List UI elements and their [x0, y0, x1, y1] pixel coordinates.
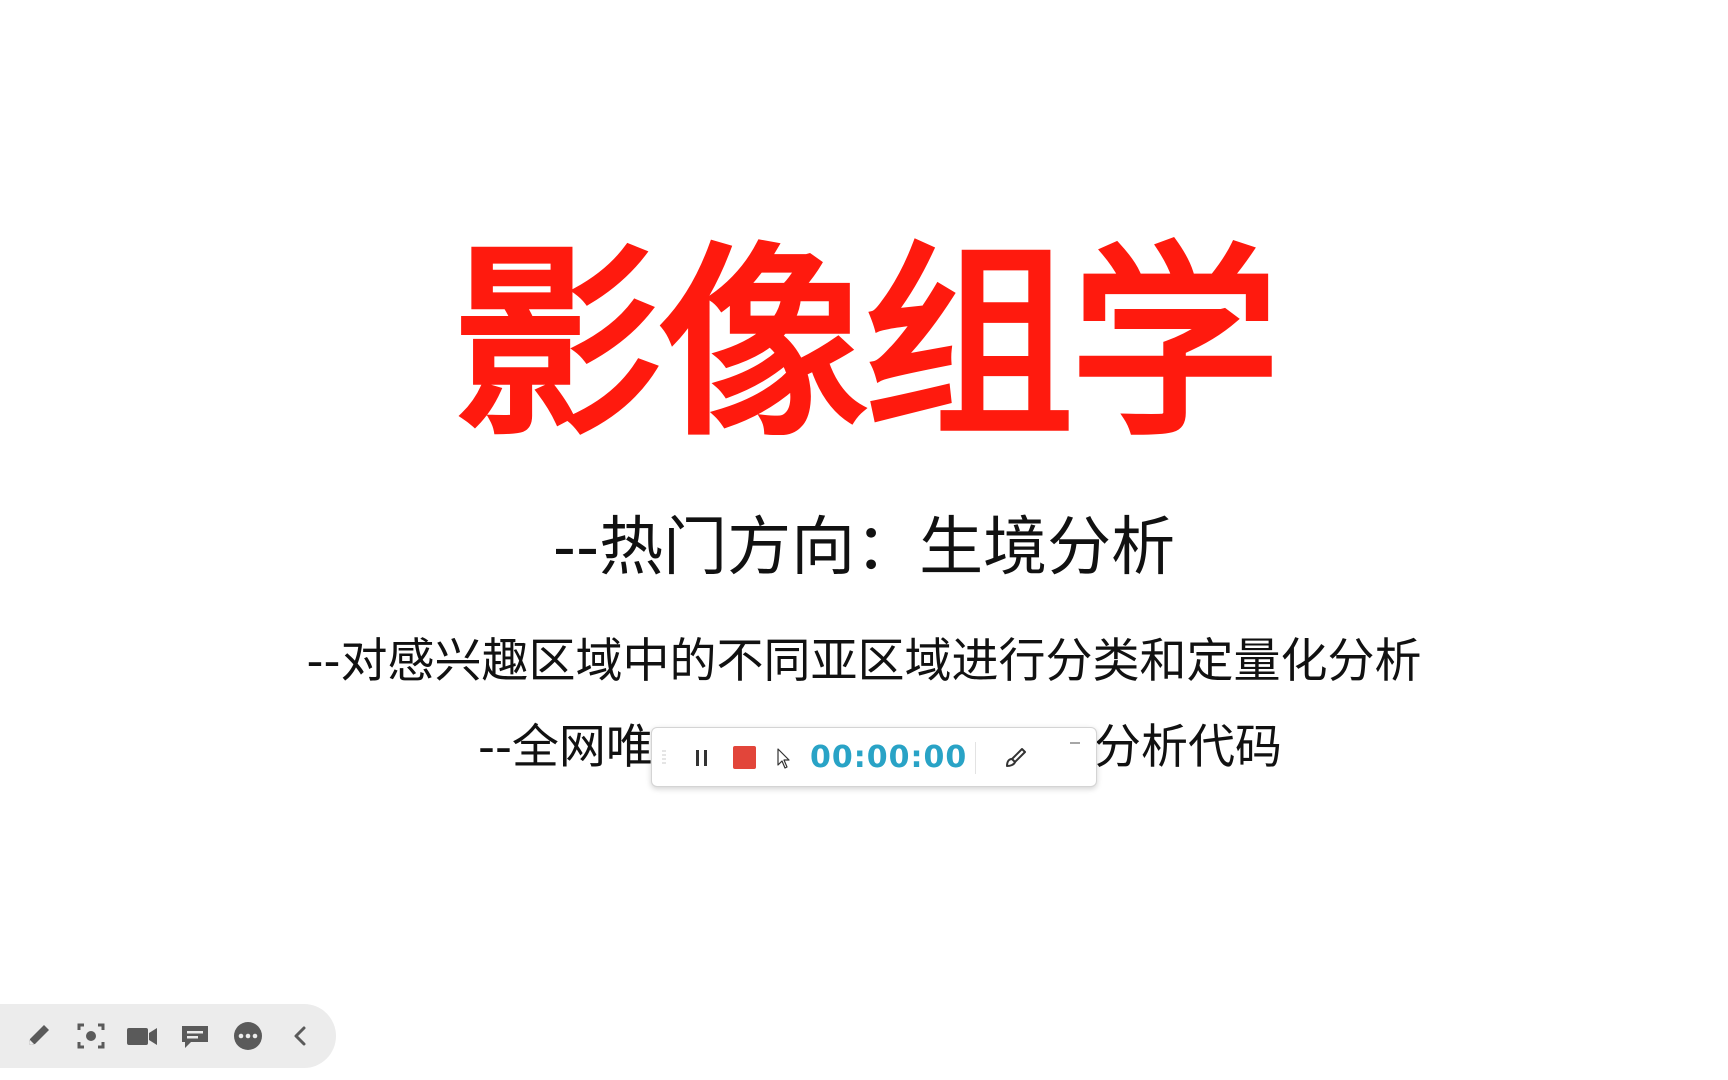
cursor-icon: [777, 748, 790, 769]
recording-timer: 00:00:00: [810, 740, 968, 775]
brush-icon[interactable]: [1002, 744, 1030, 772]
presentation-tools-bar: [0, 1004, 336, 1068]
screenshot-icon[interactable]: [74, 1020, 108, 1052]
collapse-chevron-icon[interactable]: [284, 1020, 318, 1052]
presentation-slide: 影像组学 --热门方向：生境分析 --对感兴趣区域中的不同亚区域进行分类和定量化…: [0, 0, 1728, 1080]
video-camera-icon[interactable]: [125, 1020, 159, 1052]
comment-icon[interactable]: [178, 1020, 212, 1052]
toolbar-divider: [975, 742, 976, 774]
screen-recorder-toolbar[interactable]: 00:00:00: [651, 727, 1097, 787]
minimize-icon[interactable]: [1068, 736, 1082, 750]
slide-subtitle-hot-direction: --热门方向：生境分析: [552, 511, 1176, 585]
more-icon[interactable]: [231, 1020, 265, 1052]
stop-icon[interactable]: [733, 746, 756, 769]
grip-icon[interactable]: [662, 750, 666, 766]
pencil-icon[interactable]: [22, 1020, 56, 1052]
slide-subtitle-code-right: 分析代码: [1094, 720, 1282, 775]
slide-title: 影像组学: [451, 224, 1280, 465]
slide-subtitle-description: --对感兴趣区域中的不同亚区域进行分类和定量化分析: [306, 634, 1422, 689]
pause-icon[interactable]: [690, 746, 714, 770]
